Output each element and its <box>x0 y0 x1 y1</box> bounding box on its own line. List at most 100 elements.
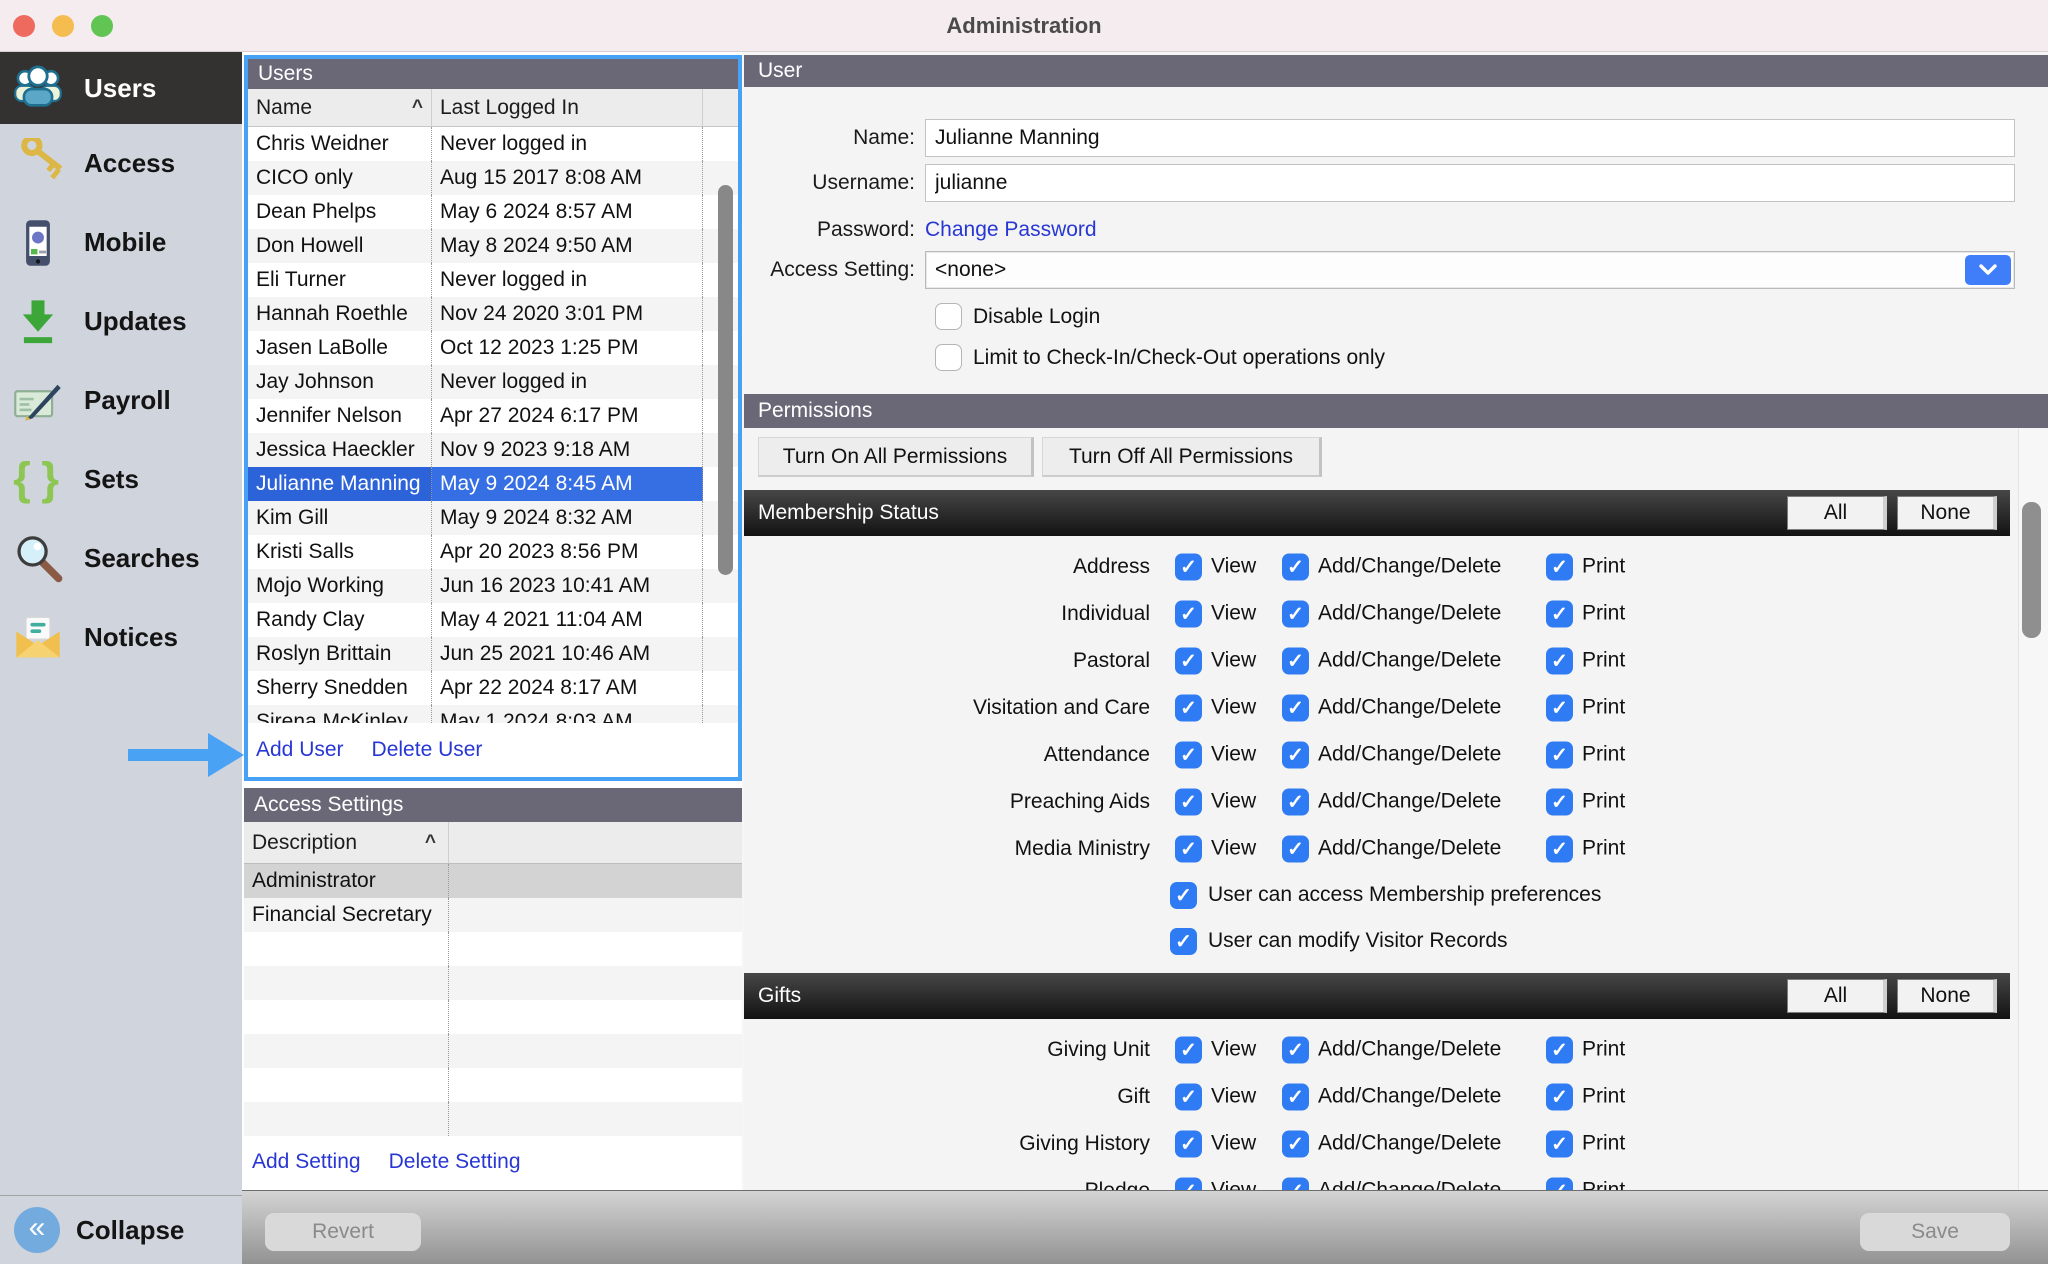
users-icon <box>12 62 64 114</box>
user-row[interactable]: Jennifer NelsonApr 27 2024 6:17 PM <box>248 399 738 433</box>
checkbox-print[interactable]: ✓ <box>1546 647 1573 674</box>
checkbox-add-change-delete[interactable]: ✓ <box>1282 647 1309 674</box>
username-input[interactable] <box>925 164 2015 202</box>
checkbox-view[interactable]: ✓ <box>1175 694 1202 721</box>
user-row[interactable]: Sherry SneddenApr 22 2024 8:17 AM <box>248 671 738 705</box>
permission-label: Attendance <box>744 743 1150 767</box>
user-row[interactable]: Kristi SallsApr 20 2023 8:56 PM <box>248 535 738 569</box>
checkbox-view[interactable]: ✓ <box>1175 835 1202 862</box>
users-column-last-logged-in[interactable]: Last Logged In <box>432 89 703 126</box>
all-button[interactable]: All <box>1787 496 1887 530</box>
access-setting-row[interactable]: Financial Secretary <box>244 898 742 932</box>
access-setting-dropdown[interactable]: <none> <box>925 251 2015 289</box>
left-column: Users Name ^ Last Logged In Chris Weidne… <box>242 52 742 1190</box>
username-field-row: Username: <box>744 164 2015 202</box>
checkbox-add-change-delete[interactable]: ✓ <box>1282 694 1309 721</box>
checkbox-view[interactable]: ✓ <box>1175 741 1202 768</box>
right-scrollbar-thumb[interactable] <box>2022 502 2041 638</box>
limit-cico-checkbox[interactable] <box>935 344 962 371</box>
checkbox-view[interactable]: ✓ <box>1175 1083 1202 1110</box>
user-row[interactable]: Roslyn BrittainJun 25 2021 10:46 AM <box>248 637 738 671</box>
checkbox-print[interactable]: ✓ <box>1546 600 1573 627</box>
checkbox-view[interactable]: ✓ <box>1175 600 1202 627</box>
checkbox-print[interactable]: ✓ <box>1546 1036 1573 1063</box>
none-button[interactable]: None <box>1897 496 1997 530</box>
sidebar-item-sets[interactable]: {}Sets <box>0 440 242 519</box>
checkbox-print[interactable]: ✓ <box>1546 788 1573 815</box>
checkbox-print[interactable]: ✓ <box>1546 1130 1573 1157</box>
save-button[interactable]: Save <box>1860 1213 2010 1251</box>
checkbox-label: Add/Change/Delete <box>1318 1179 1501 1191</box>
checkbox-view[interactable]: ✓ <box>1175 1036 1202 1063</box>
sidebar-item-searches[interactable]: Searches <box>0 519 242 598</box>
checkbox-view[interactable]: ✓ <box>1175 788 1202 815</box>
change-password-link[interactable]: Change Password <box>925 218 1097 242</box>
add-setting-link[interactable]: Add Setting <box>252 1150 361 1174</box>
checkbox-label: Print <box>1582 602 1625 626</box>
user-row[interactable]: Kim GillMay 9 2024 8:32 AM <box>248 501 738 535</box>
checkbox-add-change-delete[interactable]: ✓ <box>1282 1177 1309 1190</box>
sidebar-item-mobile[interactable]: Mobile <box>0 203 242 282</box>
extra-permission-checkbox[interactable]: ✓ <box>1170 882 1197 909</box>
user-name-cell: Kim Gill <box>248 501 432 535</box>
sidebar-item-notices[interactable]: Notices <box>0 598 242 677</box>
users-scrollbar-thumb[interactable] <box>718 185 733 575</box>
checkbox-add-change-delete[interactable]: ✓ <box>1282 835 1309 862</box>
checkbox-add-change-delete[interactable]: ✓ <box>1282 1083 1309 1110</box>
checkbox-view[interactable]: ✓ <box>1175 1177 1202 1190</box>
checkbox-view[interactable]: ✓ <box>1175 1130 1202 1157</box>
access-setting-row[interactable]: Administrator <box>244 864 742 898</box>
access-description-cell <box>244 1102 449 1136</box>
checkbox-add-change-delete[interactable]: ✓ <box>1282 553 1309 580</box>
sidebar-item-payroll[interactable]: Payroll <box>0 361 242 440</box>
disable-login-checkbox[interactable] <box>935 303 962 330</box>
delete-user-link[interactable]: Delete User <box>372 738 483 762</box>
checkbox-print[interactable]: ✓ <box>1546 835 1573 862</box>
turn-off-all-permissions-button[interactable]: Turn Off All Permissions <box>1042 437 1322 477</box>
checkbox-label: View <box>1211 649 1256 673</box>
revert-button[interactable]: Revert <box>265 1213 421 1251</box>
sidebar-item-access[interactable]: Access <box>0 124 242 203</box>
delete-setting-link[interactable]: Delete Setting <box>389 1150 521 1174</box>
checkbox-view[interactable]: ✓ <box>1175 553 1202 580</box>
user-row[interactable]: Eli TurnerNever logged in <box>248 263 738 297</box>
none-button[interactable]: None <box>1897 979 1997 1013</box>
user-row[interactable]: Don HowellMay 8 2024 9:50 AM <box>248 229 738 263</box>
checkbox-add-change-delete[interactable]: ✓ <box>1282 1036 1309 1063</box>
turn-on-all-permissions-button[interactable]: Turn On All Permissions <box>758 437 1034 477</box>
key-icon <box>12 138 64 190</box>
checkbox-add-change-delete[interactable]: ✓ <box>1282 741 1309 768</box>
users-panel: Users Name ^ Last Logged In Chris Weidne… <box>244 55 742 781</box>
collapse-button[interactable]: « Collapse <box>0 1195 242 1264</box>
checkbox-print[interactable]: ✓ <box>1546 553 1573 580</box>
user-row[interactable]: Mojo WorkingJun 16 2023 10:41 AM <box>248 569 738 603</box>
user-row[interactable]: Hannah RoethleNov 24 2020 3:01 PM <box>248 297 738 331</box>
checkbox-print[interactable]: ✓ <box>1546 741 1573 768</box>
sidebar-item-users[interactable]: Users <box>0 52 242 124</box>
access-column-description[interactable]: Description ^ <box>244 822 449 863</box>
add-user-link[interactable]: Add User <box>256 738 344 762</box>
user-row[interactable]: CICO onlyAug 15 2017 8:08 AM <box>248 161 738 195</box>
user-row[interactable]: Jasen LaBolleOct 12 2023 1:25 PM <box>248 331 738 365</box>
user-row[interactable]: Dean PhelpsMay 6 2024 8:57 AM <box>248 195 738 229</box>
checkbox-add-change-delete[interactable]: ✓ <box>1282 1130 1309 1157</box>
permission-label: Address <box>744 555 1150 579</box>
user-row[interactable]: Jay JohnsonNever logged in <box>248 365 738 399</box>
user-row[interactable]: Jessica HaecklerNov 9 2023 9:18 AM <box>248 433 738 467</box>
checkbox-add-change-delete[interactable]: ✓ <box>1282 600 1309 627</box>
user-row[interactable]: Chris WeidnerNever logged in <box>248 127 738 161</box>
extra-permission-checkbox[interactable]: ✓ <box>1170 928 1197 955</box>
permission-row: Attendance✓View✓Add/Change/Delete✓Print <box>744 731 2010 778</box>
user-row[interactable]: Randy ClayMay 4 2021 11:04 AM <box>248 603 738 637</box>
users-column-name[interactable]: Name ^ <box>248 89 432 126</box>
user-row[interactable]: Sirena McKinleyMay 1 2024 8:03 AM <box>248 705 738 723</box>
name-input[interactable] <box>925 119 2015 157</box>
sidebar-item-updates[interactable]: Updates <box>0 282 242 361</box>
all-button[interactable]: All <box>1787 979 1887 1013</box>
checkbox-add-change-delete[interactable]: ✓ <box>1282 788 1309 815</box>
user-row[interactable]: Julianne ManningMay 9 2024 8:45 AM <box>248 467 738 501</box>
checkbox-print[interactable]: ✓ <box>1546 1083 1573 1110</box>
checkbox-view[interactable]: ✓ <box>1175 647 1202 674</box>
checkbox-print[interactable]: ✓ <box>1546 694 1573 721</box>
checkbox-print[interactable]: ✓ <box>1546 1177 1573 1190</box>
